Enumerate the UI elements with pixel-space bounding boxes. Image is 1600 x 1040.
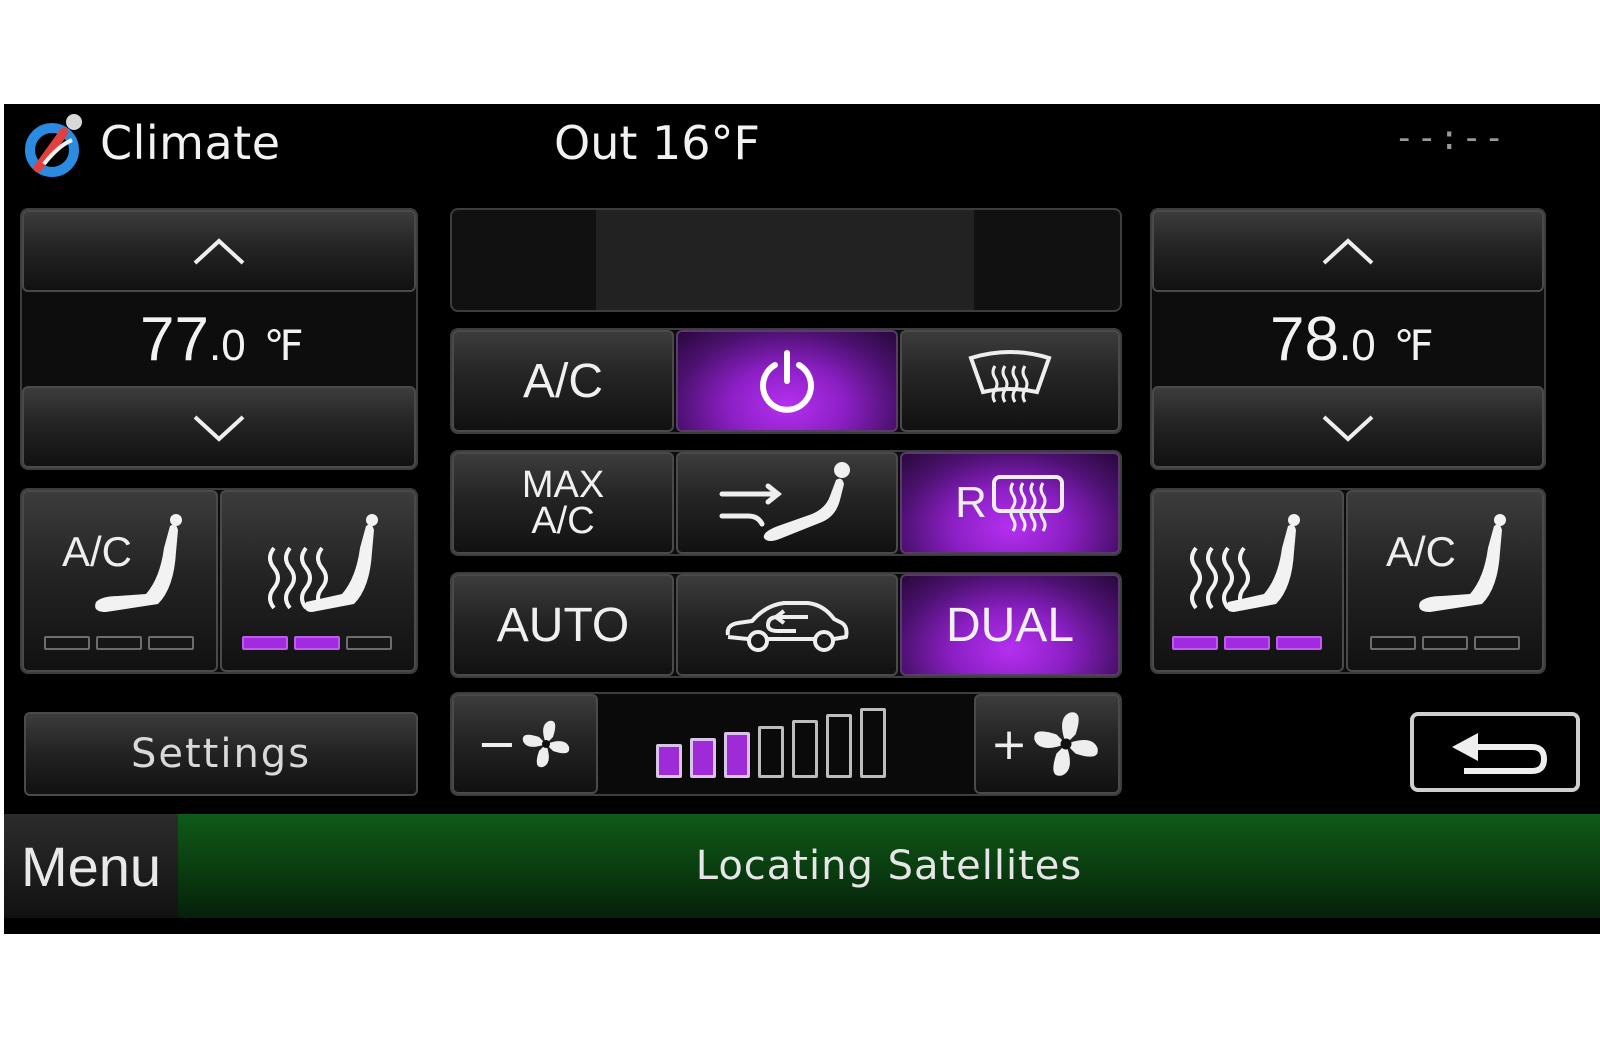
driver-temp-whole: 77 <box>140 305 209 374</box>
recirculate-button[interactable] <box>676 574 898 676</box>
climate-app-icon <box>25 114 82 177</box>
passenger-temp-decimal: .0 <box>1338 321 1376 370</box>
seat-icon <box>95 514 182 612</box>
menu-button[interactable]: Menu <box>4 814 178 918</box>
ac-button[interactable]: A/C <box>452 330 674 432</box>
chevron-down-icon <box>193 415 245 442</box>
fan-level-segment <box>690 738 716 778</box>
driver-seat-cool-button[interactable]: A/C <box>22 490 218 672</box>
rear-defrost-icon <box>991 475 1064 532</box>
settings-label: Settings <box>130 731 312 777</box>
fan-icon <box>522 720 570 768</box>
settings-button[interactable]: Settings <box>24 712 418 796</box>
passenger-temp-down-button[interactable] <box>1152 386 1544 468</box>
driver-seat-heat-level <box>242 636 392 650</box>
fan-increase-button[interactable]: + <box>974 694 1120 794</box>
page-title: Climate <box>100 116 281 170</box>
seat-level-segment <box>1172 636 1218 650</box>
passenger-temperature: 78.0 ℉ <box>1270 304 1434 375</box>
passenger-seat-cool-button[interactable]: A/C <box>1346 490 1544 672</box>
power-button[interactable] <box>676 330 898 432</box>
driver-temp-down-button[interactable] <box>22 386 416 468</box>
fan-speed-indicator <box>656 708 886 778</box>
seat-level-segment <box>44 636 90 650</box>
outside-temperature: Out 16°F <box>554 116 761 170</box>
seat-level-segment <box>242 636 288 650</box>
heated-seat-icon <box>268 514 378 612</box>
center-display <box>450 208 1122 312</box>
passenger-seat-cool-level <box>1370 636 1520 650</box>
seat-level-segment <box>1370 636 1416 650</box>
fan-level-segment <box>860 708 886 778</box>
back-arrow-icon <box>1452 733 1548 774</box>
driver-temperature: 77.0 ℉ <box>140 304 304 375</box>
climate-screen: Climate Out 16°F --:-- 77.0 ℉ A/C Settin… <box>4 104 1600 934</box>
driver-seat-cool-level <box>44 636 194 650</box>
airflow-mode-button[interactable] <box>676 452 898 554</box>
clock: --:-- <box>1394 118 1507 158</box>
passenger-seat-heat-level <box>1172 636 1322 650</box>
fan-decrease-button[interactable]: − <box>452 694 598 794</box>
front-defrost-button[interactable] <box>900 330 1120 432</box>
max-ac-label-line2: A/C <box>531 500 595 542</box>
status-text: Locating Satellites <box>695 843 1083 889</box>
rear-defrost-label: R <box>955 478 987 527</box>
seat-level-segment <box>148 636 194 650</box>
max-ac-button[interactable]: MAX A/C <box>452 452 674 554</box>
chevron-down-icon <box>1322 415 1374 442</box>
chevron-up-icon <box>193 238 245 265</box>
fan-level-segment <box>724 732 750 778</box>
ac-label: A/C <box>522 354 603 408</box>
passenger-seat-heat-button[interactable] <box>1152 490 1344 672</box>
auto-button[interactable]: AUTO <box>452 574 674 676</box>
fan-plus-label: + <box>990 718 1028 770</box>
recirculate-icon <box>725 601 849 652</box>
fan-level-segment <box>758 726 784 778</box>
driver-seat-heat-button[interactable] <box>220 490 416 672</box>
fan-minus-label: − <box>476 716 518 772</box>
dual-button[interactable]: DUAL <box>900 574 1120 676</box>
front-defrost-icon <box>968 350 1052 403</box>
driver-temp-decimal: .0 <box>208 321 246 370</box>
heated-seat-icon <box>1190 514 1300 612</box>
rear-defrost-button[interactable]: R <box>900 452 1120 554</box>
driver-temp-unit: ℉ <box>263 324 304 370</box>
airflow-mode-icon <box>719 462 850 541</box>
back-button[interactable] <box>1410 712 1580 792</box>
passenger-temp-whole: 78 <box>1270 305 1339 374</box>
seat-icon <box>1419 514 1506 612</box>
chevron-up-icon <box>1322 238 1374 265</box>
status-bar: Locating Satellites <box>178 814 1600 918</box>
seat-level-segment <box>1422 636 1468 650</box>
max-ac-label-line1: MAX <box>521 464 605 506</box>
seat-level-segment <box>294 636 340 650</box>
fan-icon <box>1034 712 1099 776</box>
fan-level-segment <box>792 720 818 778</box>
driver-temp-up-button[interactable] <box>22 210 416 292</box>
passenger-temp-unit: ℉ <box>1393 324 1434 370</box>
seat-level-segment <box>1276 636 1322 650</box>
center-display-segment <box>596 210 974 310</box>
seat-level-segment <box>1224 636 1270 650</box>
seat-level-segment <box>346 636 392 650</box>
passenger-temp-up-button[interactable] <box>1152 210 1544 292</box>
power-icon <box>760 350 814 413</box>
fan-level-segment <box>826 714 852 778</box>
seat-level-segment <box>1474 636 1520 650</box>
seat-level-segment <box>96 636 142 650</box>
auto-label: AUTO <box>496 598 630 652</box>
fan-level-segment <box>656 744 682 778</box>
dual-label: DUAL <box>945 598 1075 652</box>
